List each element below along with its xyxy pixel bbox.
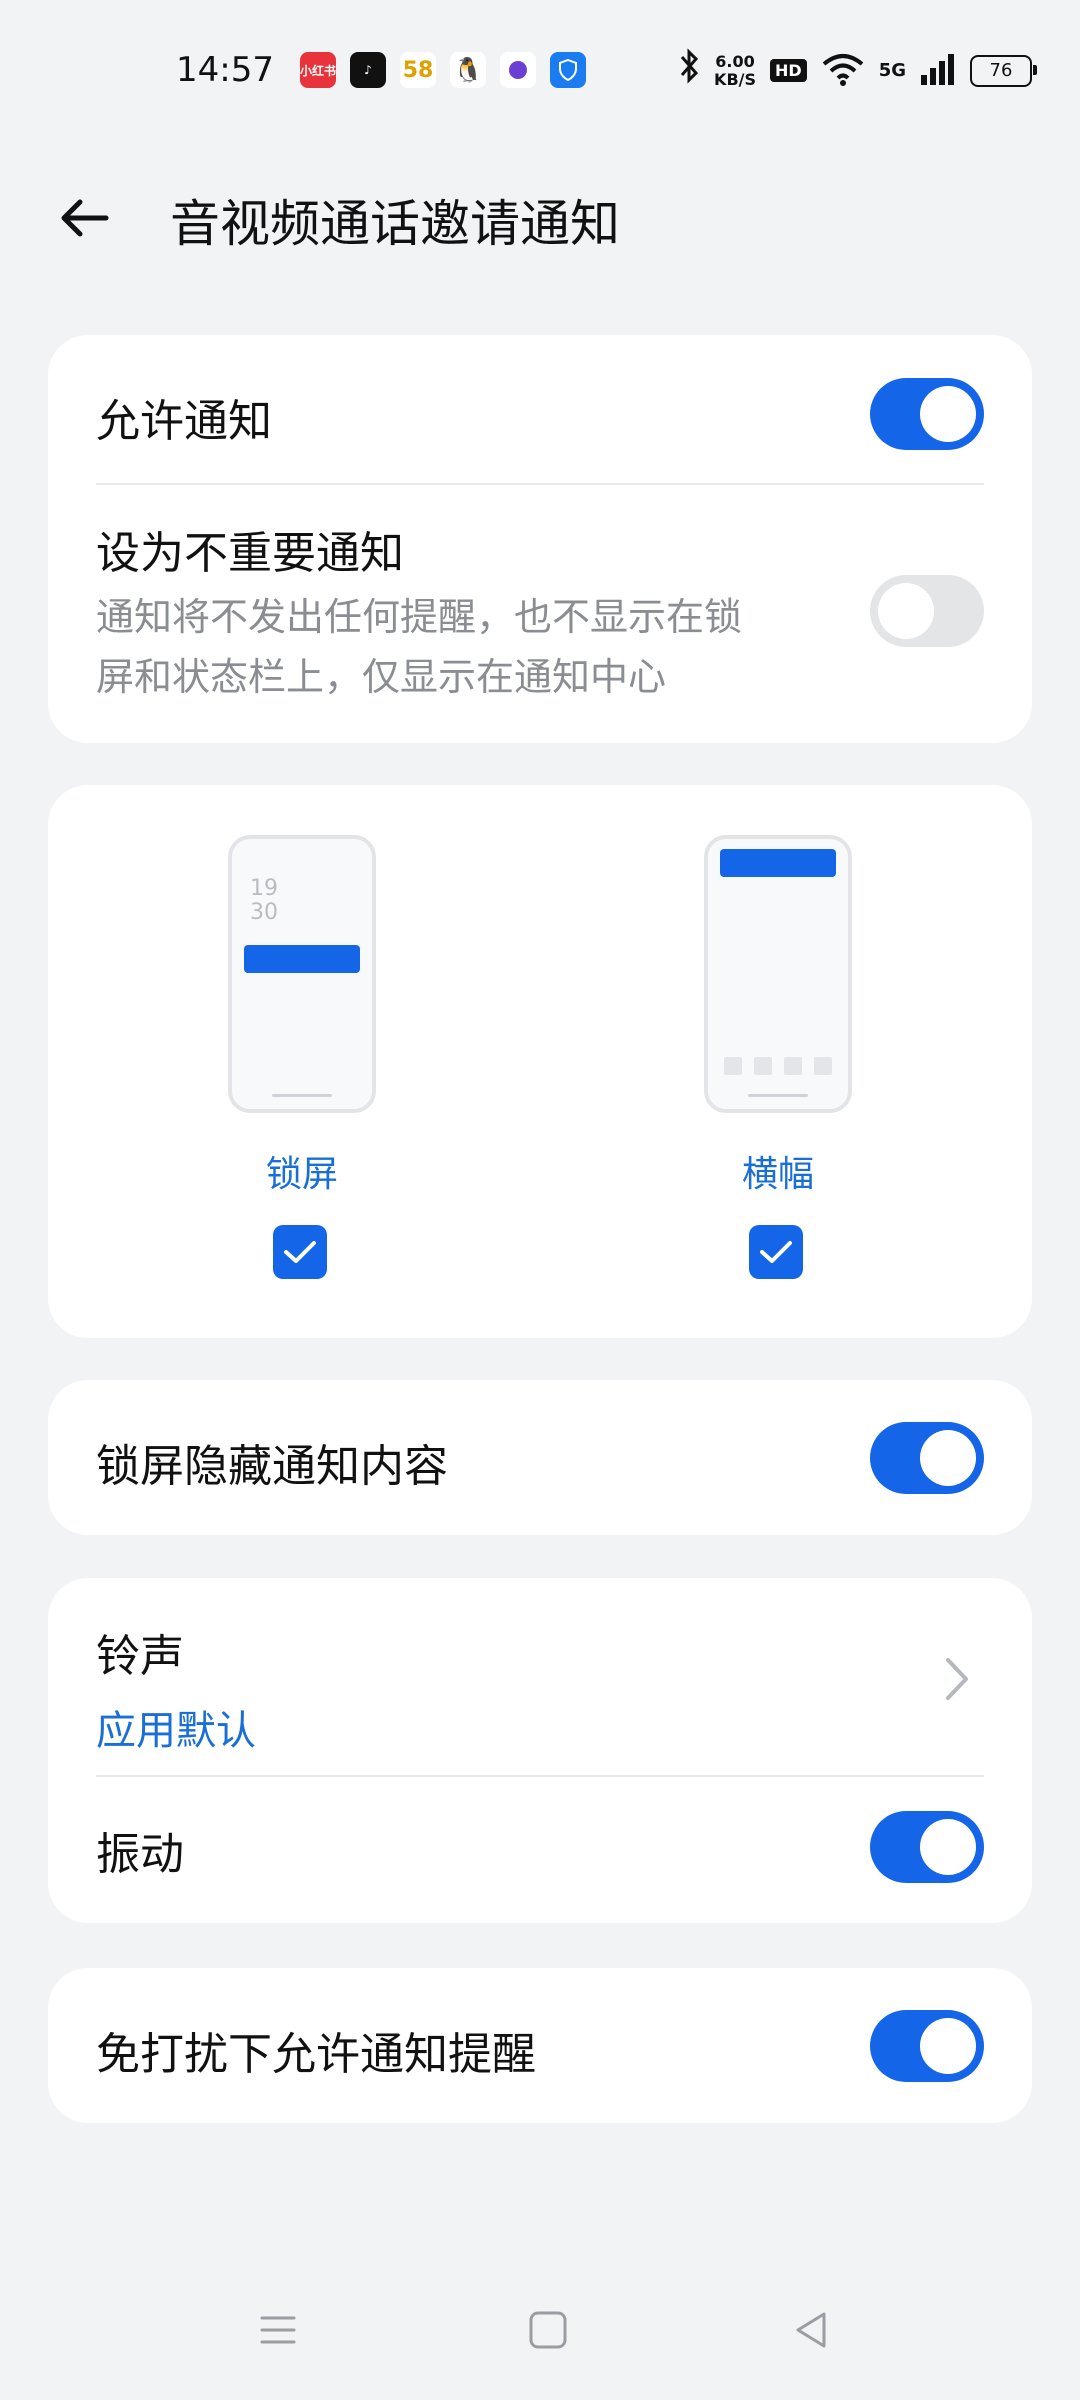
preview-dock <box>724 1057 832 1075</box>
signal-icon <box>920 53 956 89</box>
vibrate-toggle[interactable] <box>870 1811 984 1883</box>
divider <box>96 1775 984 1777</box>
hide-content-row[interactable]: 锁屏隐藏通知内容 <box>96 1430 984 1494</box>
allow-notifications-row[interactable]: 允许通知 <box>96 385 984 449</box>
unimportant-row[interactable]: 设为不重要通知 通知将不发出任何提醒，也不显示在锁 屏和状态栏上，仅显示在通知中… <box>96 517 984 707</box>
ringtone-label: 铃声 <box>96 1631 184 1682</box>
vibrate-label: 振动 <box>96 1829 184 1880</box>
wifi-icon <box>821 52 865 90</box>
douyin-icon: ♪ <box>350 52 386 88</box>
allow-notifications-toggle[interactable] <box>870 378 984 450</box>
banner-label: 横幅 <box>741 1154 814 1195</box>
toggle-knob <box>920 1430 976 1486</box>
notification-icons: 小红书 ♪ 58 🐧 <box>300 52 586 88</box>
toggle-knob <box>920 2018 976 2074</box>
cellular-type: 5G <box>878 60 906 81</box>
network-speed: 6.00 KB/S <box>714 51 757 89</box>
notification-style-card: 19 30 锁屏 横幅 <box>48 785 1032 1338</box>
sound-card: 铃声 应用默认 振动 <box>48 1578 1032 1923</box>
banner-checkbox[interactable] <box>749 1225 803 1279</box>
toggle-knob <box>920 1819 976 1875</box>
status-time: 14:57 <box>176 50 274 90</box>
preview-notification-bar <box>720 849 836 877</box>
lockscreen-label: 锁屏 <box>265 1154 338 1195</box>
divider <box>96 483 984 485</box>
ringtone-row[interactable]: 铃声 应用默认 <box>96 1620 984 1756</box>
back-button[interactable] <box>54 188 114 248</box>
allow-notifications-label: 允许通知 <box>96 396 272 447</box>
hide-content-toggle[interactable] <box>870 1422 984 1494</box>
unimportant-desc-line2: 屏和状态栏上，仅显示在通知中心 <box>96 655 667 699</box>
hd-badge: HD <box>770 59 807 82</box>
hide-content-label: 锁屏隐藏通知内容 <box>96 1441 448 1492</box>
dnd-toggle[interactable] <box>870 2010 984 2082</box>
bluetooth-icon <box>678 48 700 93</box>
checkmark-icon <box>760 1241 792 1263</box>
preview-home-indicator <box>272 1094 332 1097</box>
dnd-row[interactable]: 免打扰下允许通知提醒 <box>96 2018 984 2082</box>
preview-home-indicator <box>748 1094 808 1097</box>
app-header: 音视频通话邀请通知 <box>0 170 1080 270</box>
allow-notifications-card: 允许通知 设为不重要通知 通知将不发出任何提醒，也不显示在锁 屏和状态栏上，仅显… <box>48 335 1032 743</box>
status-bar: 14:57 小红书 ♪ 58 🐧 6.00 KB/S HD 5G 76 <box>0 0 1080 140</box>
navigation-bar <box>0 2290 1080 2370</box>
toggle-knob <box>920 386 976 442</box>
xiaohongshu-icon: 小红书 <box>300 52 336 88</box>
home-icon[interactable] <box>526 2308 570 2352</box>
preview-clock: 19 30 <box>250 876 278 925</box>
page-title: 音视频通话邀请通知 <box>170 195 620 253</box>
system-indicators: 6.00 KB/S HD 5G 76 <box>678 48 1037 93</box>
qq-icon: 🐧 <box>450 52 486 88</box>
lockscreen-checkbox[interactable] <box>273 1225 327 1279</box>
chevron-right-icon[interactable] <box>936 1654 976 1704</box>
lockscreen-preview[interactable]: 19 30 <box>228 835 376 1113</box>
hide-content-card: 锁屏隐藏通知内容 <box>48 1380 1032 1535</box>
dnd-card: 免打扰下允许通知提醒 <box>48 1968 1032 2123</box>
unimportant-desc-line1: 通知将不发出任何提醒，也不显示在锁 <box>96 595 743 639</box>
preview-notification-bar <box>244 945 360 973</box>
unimportant-toggle[interactable] <box>870 575 984 647</box>
checkmark-icon <box>284 1241 316 1263</box>
shield-icon <box>550 52 586 88</box>
banner-preview[interactable] <box>704 835 852 1113</box>
battery-indicator: 76 <box>970 54 1037 87</box>
ringtone-value: 应用默认 <box>96 1708 256 1754</box>
menu-icon[interactable] <box>256 2308 300 2352</box>
vibrate-row[interactable]: 振动 <box>96 1818 984 1882</box>
58-icon: 58 <box>400 52 436 88</box>
unimportant-label: 设为不重要通知 <box>96 528 404 579</box>
toggle-knob <box>878 583 934 639</box>
dnd-label: 免打扰下允许通知提醒 <box>96 2029 536 2080</box>
back-nav-icon[interactable] <box>790 2308 834 2352</box>
arrow-left-icon <box>61 199 109 237</box>
browser-icon <box>500 52 536 88</box>
